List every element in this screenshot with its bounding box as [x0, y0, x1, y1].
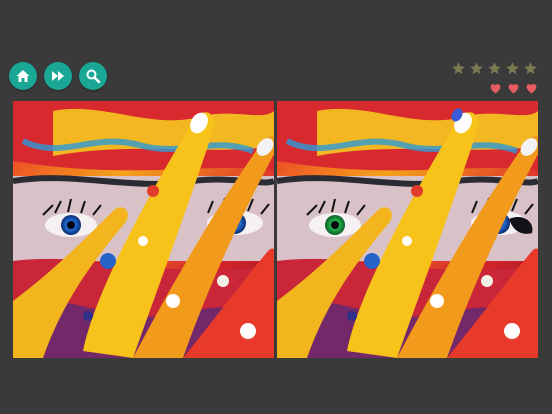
star-icon: [488, 62, 501, 75]
heart-icon: [526, 84, 537, 94]
skip-button[interactable]: [44, 62, 72, 90]
painted-face-image-modified: [277, 101, 538, 358]
home-icon: [16, 70, 30, 82]
star-rating: [451, 61, 538, 76]
star-icon: [470, 62, 483, 75]
home-button[interactable]: [9, 62, 37, 90]
hint-button[interactable]: [79, 62, 107, 90]
star-icon: [506, 62, 519, 75]
magnifier-icon: [86, 69, 101, 84]
star-icon: [452, 62, 465, 75]
fast-forward-icon: [52, 71, 64, 81]
heart-icon: [508, 84, 519, 94]
left-image-panel[interactable]: [13, 101, 274, 358]
heart-icon: [490, 84, 501, 94]
right-image-panel[interactable]: [277, 101, 538, 358]
star-icon: [524, 62, 537, 75]
painted-face-image: [13, 101, 274, 358]
lives-indicator: [489, 82, 538, 95]
